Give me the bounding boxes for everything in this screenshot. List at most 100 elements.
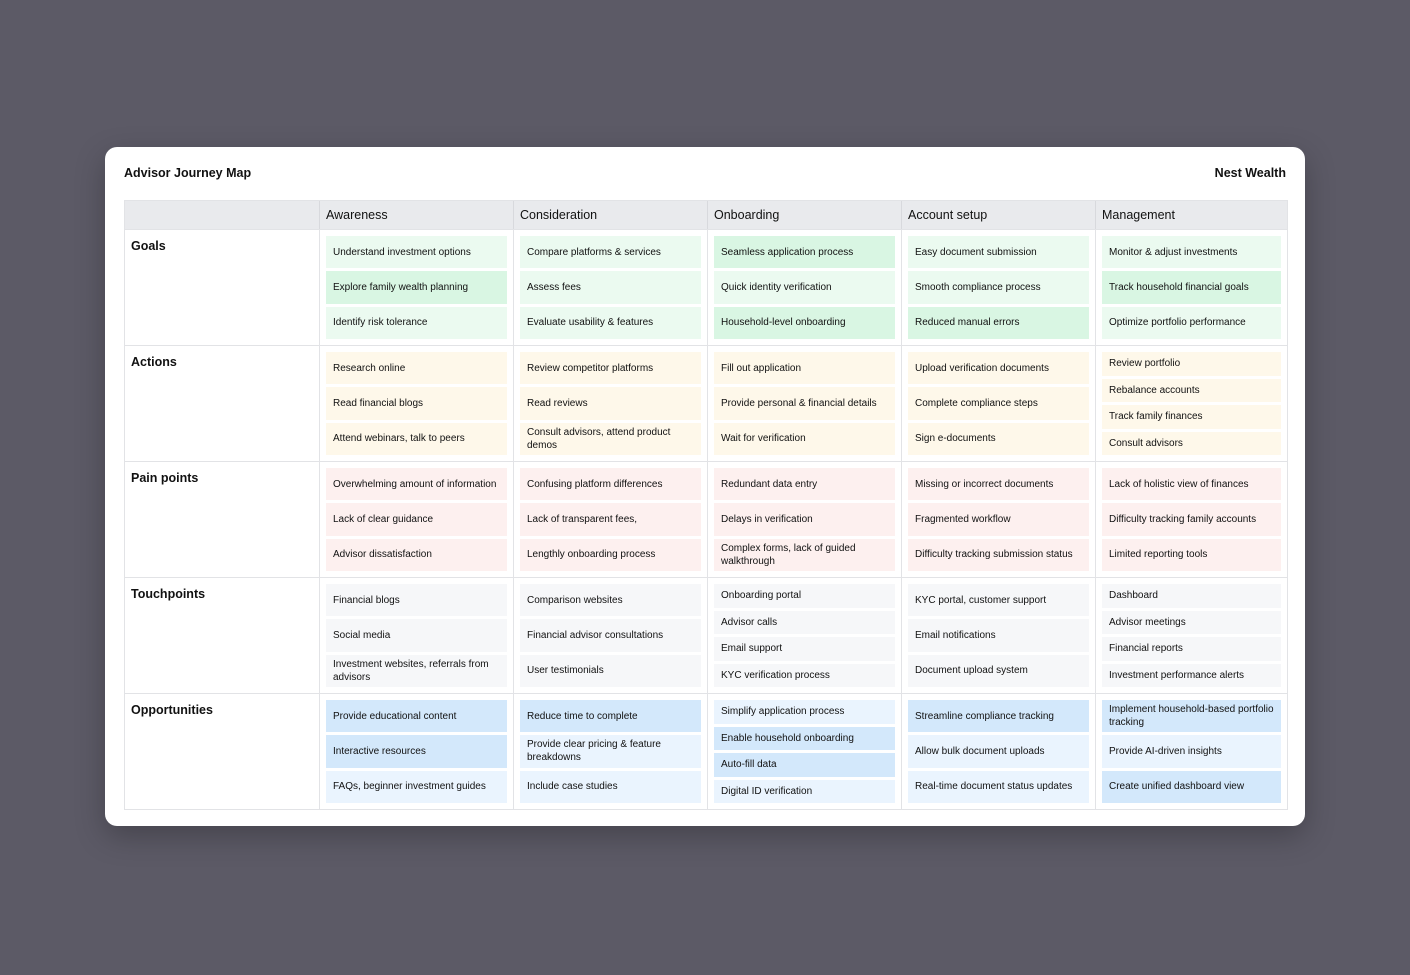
actions-note[interactable]: Research online — [326, 352, 507, 385]
goals-cell-management: Monitor & adjust investments Track househ… — [1095, 229, 1287, 345]
actions-note[interactable]: Read financial blogs — [326, 387, 507, 420]
pain-points-cell-management: Lack of holistic view of finances Difficu… — [1095, 461, 1287, 577]
touchpoints-cell-awareness: Financial blogs Social media Investment we… — [319, 577, 513, 693]
opportunities-note[interactable]: Real-time document status updates — [908, 770, 1089, 803]
touchpoints-note[interactable]: Email notifications — [908, 619, 1089, 652]
opportunities-note[interactable]: FAQs, beginner investment guides — [326, 770, 507, 803]
actions-note[interactable]: Consult advisors — [1102, 431, 1281, 455]
actions-note[interactable]: Upload verification documents — [908, 352, 1089, 385]
opportunities-note[interactable]: Allow bulk document uploads — [908, 735, 1089, 768]
touchpoints-note[interactable]: Comparison websites — [520, 584, 701, 617]
pain-points-note[interactable]: Advisor dissatisfaction — [326, 538, 507, 571]
opportunities-note[interactable]: Implement household-based portfolio trac… — [1102, 700, 1281, 733]
touchpoints-note[interactable]: KYC portal, customer support — [908, 584, 1089, 617]
pain-points-note[interactable]: Lack of holistic view of finances — [1102, 468, 1281, 501]
actions-note[interactable]: Fill out application — [714, 352, 895, 385]
goals-note[interactable]: Compare platforms & services — [520, 236, 701, 269]
stage-header-consideration: Consideration — [513, 201, 707, 229]
actions-note[interactable]: Sign e-documents — [908, 422, 1089, 455]
touchpoints-note[interactable]: Email support — [714, 637, 895, 661]
goals-note[interactable]: Assess fees — [520, 271, 701, 304]
pain-points-note[interactable]: Lack of transparent fees, — [520, 503, 701, 536]
touchpoints-note[interactable]: Investment websites, referrals from advi… — [326, 654, 507, 687]
actions-cell-awareness: Research online Read financial blogs Atten… — [319, 345, 513, 461]
actions-note[interactable]: Complete compliance steps — [908, 387, 1089, 420]
opportunities-note[interactable]: Digital ID verification — [714, 779, 895, 803]
actions-note[interactable]: Wait for verification — [714, 422, 895, 455]
goals-note[interactable]: Quick identity verification — [714, 271, 895, 304]
actions-note[interactable]: Review competitor platforms — [520, 352, 701, 385]
opportunities-note[interactable]: Auto-fill data — [714, 753, 895, 777]
touchpoints-cell-consideration: Comparison websites Financial advisor con… — [513, 577, 707, 693]
actions-note[interactable]: Rebalance accounts — [1102, 378, 1281, 402]
touchpoints-note[interactable]: Dashboard — [1102, 584, 1281, 608]
opportunities-note[interactable]: Provide clear pricing & feature breakdow… — [520, 735, 701, 768]
pain-points-note[interactable]: Lack of clear guidance — [326, 503, 507, 536]
actions-note[interactable]: Provide personal & financial details — [714, 387, 895, 420]
stage-header-awareness: Awareness — [319, 201, 513, 229]
opportunities-note[interactable]: Streamline compliance tracking — [908, 700, 1089, 733]
goals-note[interactable]: Monitor & adjust investments — [1102, 236, 1281, 269]
pain-points-note[interactable]: Overwhelming amount of information — [326, 468, 507, 501]
touchpoints-note[interactable]: Social media — [326, 619, 507, 652]
touchpoints-note[interactable]: KYC verification process — [714, 663, 895, 687]
pain-points-note[interactable]: Confusing platform differences — [520, 468, 701, 501]
touchpoints-note[interactable]: Document upload system — [908, 654, 1089, 687]
pain-points-note[interactable]: Delays in verification — [714, 503, 895, 536]
touchpoints-note[interactable]: User testimonials — [520, 654, 701, 687]
goals-note[interactable]: Track household financial goals — [1102, 271, 1281, 304]
touchpoints-note[interactable]: Advisor meetings — [1102, 610, 1281, 634]
pain-points-note[interactable]: Difficulty tracking submission status — [908, 538, 1089, 571]
goals-note[interactable]: Easy document submission — [908, 236, 1089, 269]
opportunities-cell-onboarding: Simplify application process Enable house… — [707, 693, 901, 809]
touchpoints-note[interactable]: Advisor calls — [714, 610, 895, 634]
actions-note[interactable]: Consult advisors, attend product demos — [520, 422, 701, 455]
touchpoints-note[interactable]: Financial blogs — [326, 584, 507, 617]
actions-note[interactable]: Read reviews — [520, 387, 701, 420]
opportunities-note[interactable]: Provide educational content — [326, 700, 507, 733]
actions-cell-consideration: Review competitor platforms Read reviews C… — [513, 345, 707, 461]
actions-note[interactable]: Track family finances — [1102, 405, 1281, 429]
actions-note[interactable]: Review portfolio — [1102, 352, 1281, 376]
touchpoints-cell-onboarding: Onboarding portal Advisor calls Email supp… — [707, 577, 901, 693]
opportunities-note[interactable]: Reduce time to complete — [520, 700, 701, 733]
touchpoints-cell-management: Dashboard Advisor meetings Financial repor… — [1095, 577, 1287, 693]
opportunities-note[interactable]: Include case studies — [520, 770, 701, 803]
opportunities-cell-account-setup: Streamline compliance tracking Allow bulk… — [901, 693, 1095, 809]
opportunities-note[interactable]: Enable household onboarding — [714, 726, 895, 750]
pain-points-note[interactable]: Fragmented workflow — [908, 503, 1089, 536]
actions-cell-onboarding: Fill out application Provide personal & f… — [707, 345, 901, 461]
goals-note[interactable]: Smooth compliance process — [908, 271, 1089, 304]
opportunities-note[interactable]: Simplify application process — [714, 700, 895, 724]
opportunities-note[interactable]: Create unified dashboard view — [1102, 770, 1281, 803]
page-title: Advisor Journey Map — [124, 166, 252, 180]
pain-points-note[interactable]: Redundant data entry — [714, 468, 895, 501]
goals-cell-consideration: Compare platforms & services Assess fees E… — [513, 229, 707, 345]
goals-cell-awareness: Understand investment options Explore fam… — [319, 229, 513, 345]
touchpoints-note[interactable]: Financial reports — [1102, 637, 1281, 661]
goals-note[interactable]: Reduced manual errors — [908, 306, 1089, 339]
touchpoints-note[interactable]: Onboarding portal — [714, 584, 895, 608]
goals-note[interactable]: Evaluate usability & features — [520, 306, 701, 339]
pain-points-note[interactable]: Difficulty tracking family accounts — [1102, 503, 1281, 536]
row-label-opportunities: Opportunities — [125, 693, 319, 809]
pain-points-note[interactable]: Missing or incorrect documents — [908, 468, 1089, 501]
actions-note[interactable]: Attend webinars, talk to peers — [326, 422, 507, 455]
touchpoints-note[interactable]: Financial advisor consultations — [520, 619, 701, 652]
touchpoints-note[interactable]: Investment performance alerts — [1102, 663, 1281, 687]
pain-points-note[interactable]: Lengthly onboarding process — [520, 538, 701, 571]
pain-points-cell-account-setup: Missing or incorrect documents Fragmented… — [901, 461, 1095, 577]
goals-note[interactable]: Seamless application process — [714, 236, 895, 269]
goals-note[interactable]: Household-level onboarding — [714, 306, 895, 339]
pain-points-note[interactable]: Complex forms, lack of guided walkthroug… — [714, 538, 895, 571]
touchpoints-cell-account-setup: KYC portal, customer support Email notifi… — [901, 577, 1095, 693]
pain-points-note[interactable]: Limited reporting tools — [1102, 538, 1281, 571]
brand-name: Nest Wealth — [1214, 166, 1286, 180]
stage-header-management: Management — [1095, 201, 1287, 229]
goals-note[interactable]: Understand investment options — [326, 236, 507, 269]
goals-note[interactable]: Optimize portfolio performance — [1102, 306, 1281, 339]
opportunities-note[interactable]: Interactive resources — [326, 735, 507, 768]
goals-note[interactable]: Explore family wealth planning — [326, 271, 507, 304]
goals-note[interactable]: Identify risk tolerance — [326, 306, 507, 339]
opportunities-note[interactable]: Provide AI-driven insights — [1102, 735, 1281, 768]
